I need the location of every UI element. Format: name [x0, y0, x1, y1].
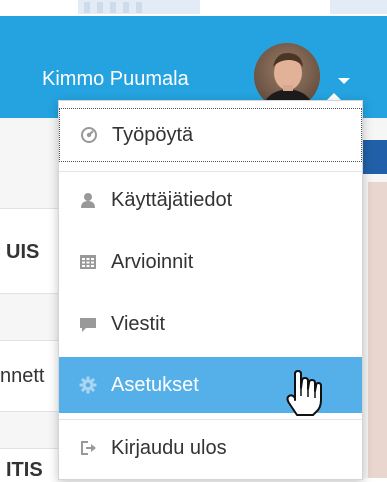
background-page-left — [0, 118, 62, 478]
top-strip — [0, 0, 387, 16]
logout-icon — [79, 439, 97, 457]
menu-item-kayttajatiedot[interactable]: Käyttäjätiedot — [59, 175, 362, 225]
background-card: UIS — [0, 208, 62, 294]
background-card: ITIS — [0, 448, 62, 481]
background-image-strip — [368, 182, 387, 478]
menu-item-label: Arvioinnit — [111, 250, 194, 273]
top-bar-mark — [97, 2, 103, 13]
hand-cursor-icon — [286, 370, 322, 416]
top-bar-mark — [123, 2, 129, 13]
menu-item-tyopoyta[interactable]: Työpöytä — [59, 108, 362, 162]
menu-item-kirjaudu-ulos[interactable]: Kirjaudu ulos — [59, 423, 362, 473]
top-bar-mark — [110, 2, 116, 13]
background-heading: UIS — [6, 241, 40, 263]
chevron-down-icon[interactable] — [338, 78, 350, 84]
top-bar-block — [330, 0, 387, 14]
background-text: nnett — [0, 365, 45, 387]
chat-icon — [79, 315, 97, 333]
menu-item-label: Työpöytä — [112, 123, 194, 146]
user-dropdown-menu: Työpöytä Käyttäjätiedot Arvioinnit Viest… — [58, 100, 363, 480]
menu-divider — [59, 171, 362, 172]
dashboard-icon — [80, 126, 98, 144]
menu-item-label: Käyttäjätiedot — [111, 188, 233, 211]
gear-icon — [79, 376, 97, 394]
menu-item-label: Viestit — [111, 312, 166, 335]
background-card: nnett — [0, 340, 62, 412]
user-name-button[interactable]: Kimmo Puumala — [42, 68, 189, 91]
background-blue-panel — [362, 140, 387, 174]
grid-icon — [79, 253, 97, 271]
background-heading: ITIS — [6, 459, 43, 481]
menu-item-arvioinnit[interactable]: Arvioinnit — [59, 237, 362, 287]
menu-item-label: Asetukset — [111, 373, 199, 396]
top-bar-mark — [84, 2, 90, 13]
user-icon — [79, 191, 97, 209]
top-bar-mark — [136, 2, 142, 13]
menu-divider — [59, 419, 362, 420]
menu-item-label: Kirjaudu ulos — [111, 436, 227, 459]
menu-item-viestit[interactable]: Viestit — [59, 299, 362, 349]
